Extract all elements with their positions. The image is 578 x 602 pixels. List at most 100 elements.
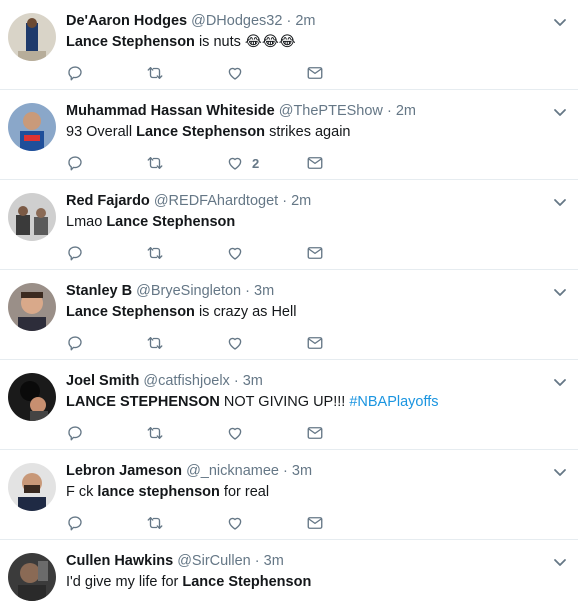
- chevron-down-icon[interactable]: [552, 374, 568, 390]
- tweet-text: I'd give my life for Lance Stephenson: [66, 572, 311, 592]
- author-handle[interactable]: @REDFAhardtoget: [154, 193, 278, 209]
- reply-icon: [66, 514, 84, 532]
- author-name[interactable]: De'Aaron Hodges: [66, 13, 187, 29]
- timestamp[interactable]: 2m: [396, 103, 416, 119]
- highlighted-term: Lance Stephenson: [106, 214, 236, 230]
- direct-message-button[interactable]: [306, 242, 324, 264]
- author-handle[interactable]: @_nicknamee: [186, 463, 279, 479]
- retweet-button[interactable]: [146, 62, 164, 84]
- chevron-down-icon[interactable]: [552, 464, 568, 480]
- separator-dot: ·: [286, 13, 292, 29]
- reply-button[interactable]: [66, 512, 84, 534]
- like-button[interactable]: [226, 422, 252, 444]
- tweet-actions: [66, 422, 366, 444]
- tweet-text-segment: is nuts 😂😂😂: [194, 34, 296, 50]
- tweet-text-segment: is crazy as Hell: [194, 304, 297, 320]
- timestamp[interactable]: 2m: [291, 193, 311, 209]
- author-name[interactable]: Red Fajardo: [66, 193, 150, 209]
- avatar[interactable]: [8, 193, 56, 241]
- tweet-header: Cullen Hawkins @SirCullen · 3m: [66, 551, 284, 571]
- tweet-actions: [66, 242, 366, 264]
- chevron-down-icon[interactable]: [552, 194, 568, 210]
- tweet-actions: [66, 512, 366, 534]
- like-button[interactable]: [226, 332, 252, 354]
- chevron-down-icon[interactable]: [552, 554, 568, 570]
- tweet-item[interactable]: Red Fajardo @REDFAhardtoget · 2m Lmao La…: [0, 180, 578, 270]
- tweet-text: Lmao Lance Stephenson: [66, 212, 235, 232]
- like-icon: [226, 64, 244, 82]
- author-name[interactable]: Stanley B: [66, 283, 132, 299]
- timestamp[interactable]: 2m: [295, 13, 315, 29]
- retweet-button[interactable]: [146, 512, 164, 534]
- timestamp[interactable]: 3m: [264, 553, 284, 569]
- reply-button[interactable]: [66, 422, 84, 444]
- avatar[interactable]: [8, 463, 56, 511]
- direct-message-button[interactable]: [306, 152, 324, 174]
- direct-message-button[interactable]: [306, 332, 324, 354]
- author-name[interactable]: Cullen Hawkins: [66, 553, 173, 569]
- separator-dot: ·: [282, 193, 288, 209]
- timestamp[interactable]: 3m: [254, 283, 274, 299]
- tweet-header: Lebron Jameson @_nicknamee · 3m: [66, 461, 312, 481]
- retweet-button[interactable]: [146, 242, 164, 264]
- author-name[interactable]: Muhammad Hassan Whiteside: [66, 103, 275, 119]
- tweet-item[interactable]: Muhammad Hassan Whiteside @ThePTEShow · …: [0, 90, 578, 180]
- like-button[interactable]: [226, 512, 252, 534]
- tweet-header: Joel Smith @catfishjoelx · 3m: [66, 371, 263, 391]
- tweet-text: Lance Stephenson is nuts 😂😂😂: [66, 32, 296, 52]
- author-handle[interactable]: @DHodges32: [191, 13, 282, 29]
- chevron-down-icon[interactable]: [552, 284, 568, 300]
- author-handle[interactable]: @ThePTEShow: [279, 103, 383, 119]
- reply-button[interactable]: [66, 152, 84, 174]
- tweet-item[interactable]: Stanley B @BryeSingleton · 3m Lance Step…: [0, 270, 578, 360]
- highlighted-term: LANCE STEPHENSON: [66, 394, 220, 410]
- chevron-down-icon[interactable]: [552, 104, 568, 120]
- avatar[interactable]: [8, 13, 56, 61]
- avatar[interactable]: [8, 553, 56, 601]
- avatar[interactable]: [8, 283, 56, 331]
- like-icon: [226, 424, 244, 442]
- tweet-item[interactable]: De'Aaron Hodges @DHodges32 · 2m Lance St…: [0, 0, 578, 90]
- reply-button[interactable]: [66, 62, 84, 84]
- direct-message-button[interactable]: [306, 512, 324, 534]
- hashtag-link[interactable]: #NBAPlayoffs: [349, 394, 438, 410]
- tweet-item[interactable]: Lebron Jameson @_nicknamee · 3m F ck lan…: [0, 450, 578, 540]
- highlighted-term: Lance Stephenson: [66, 34, 195, 50]
- reply-icon: [66, 334, 84, 352]
- like-button[interactable]: [226, 62, 252, 84]
- like-count: 2: [252, 155, 260, 171]
- author-handle[interactable]: @catfishjoelx: [143, 373, 229, 389]
- direct-message-icon: [306, 334, 324, 352]
- tweet-item[interactable]: Joel Smith @catfishjoelx · 3m LANCE STEP…: [0, 360, 578, 450]
- retweet-button[interactable]: [146, 422, 164, 444]
- reply-icon: [66, 424, 84, 442]
- like-button[interactable]: 2: [226, 152, 259, 174]
- timestamp[interactable]: 3m: [292, 463, 312, 479]
- author-handle[interactable]: @BryeSingleton: [136, 283, 241, 299]
- tweet-item[interactable]: Cullen Hawkins @SirCullen · 3m I'd give …: [0, 540, 578, 602]
- direct-message-button[interactable]: [306, 422, 324, 444]
- like-button[interactable]: [226, 242, 252, 264]
- reply-button[interactable]: [66, 242, 84, 264]
- highlighted-term: Lance Stephenson: [136, 124, 266, 140]
- highlighted-term: lance stephenson: [97, 484, 220, 500]
- highlighted-term: Lance Stephenson: [182, 574, 312, 590]
- reply-icon: [66, 154, 84, 172]
- author-name[interactable]: Lebron Jameson: [66, 463, 182, 479]
- chevron-down-icon[interactable]: [552, 14, 568, 30]
- like-icon: [226, 154, 244, 172]
- tweet-header: De'Aaron Hodges @DHodges32 · 2m: [66, 11, 315, 31]
- retweet-button[interactable]: [146, 332, 164, 354]
- separator-dot: ·: [283, 463, 288, 479]
- tweet-header: Stanley B @BryeSingleton · 3m: [66, 281, 274, 301]
- timestamp[interactable]: 3m: [243, 373, 263, 389]
- avatar[interactable]: [8, 103, 56, 151]
- direct-message-icon: [306, 424, 324, 442]
- reply-button[interactable]: [66, 332, 84, 354]
- author-handle[interactable]: @SirCullen: [177, 553, 251, 569]
- retweet-button[interactable]: [146, 152, 164, 174]
- direct-message-button[interactable]: [306, 62, 324, 84]
- avatar[interactable]: [8, 373, 56, 421]
- author-name[interactable]: Joel Smith: [66, 373, 139, 389]
- tweet-feed: De'Aaron Hodges @DHodges32 · 2m Lance St…: [0, 0, 578, 602]
